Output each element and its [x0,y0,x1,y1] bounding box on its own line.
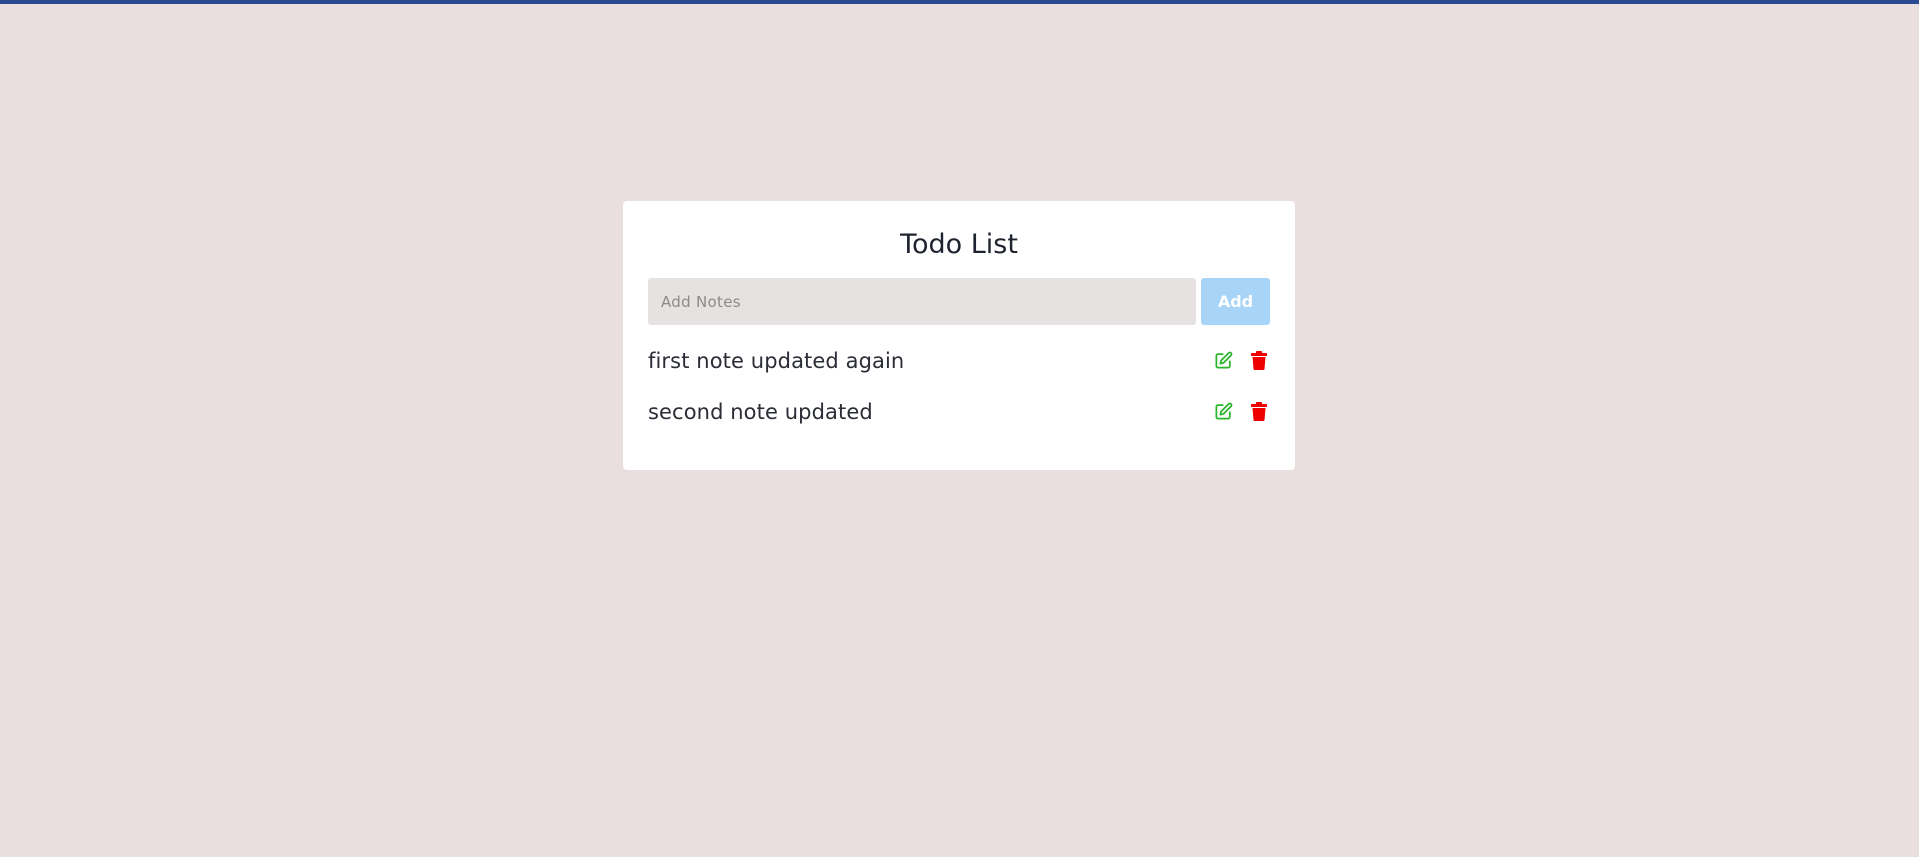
top-accent-bar [0,0,1919,4]
add-note-row: Add [648,278,1270,325]
item-actions [1212,350,1270,372]
list-item: second note updated [648,386,1270,437]
todo-text: first note updated again [648,348,905,373]
page-title: Todo List [900,229,1018,260]
item-actions [1212,401,1270,423]
todo-text: second note updated [648,399,873,424]
edit-icon[interactable] [1212,401,1234,423]
trash-icon[interactable] [1248,350,1270,372]
add-button[interactable]: Add [1201,278,1270,325]
todo-list: first note updated again second note upd… [648,335,1270,437]
edit-icon[interactable] [1212,350,1234,372]
todo-card: Todo List Add first note updated again [623,201,1295,470]
list-item: first note updated again [648,335,1270,386]
trash-icon[interactable] [1248,401,1270,423]
add-notes-input[interactable] [648,278,1196,325]
